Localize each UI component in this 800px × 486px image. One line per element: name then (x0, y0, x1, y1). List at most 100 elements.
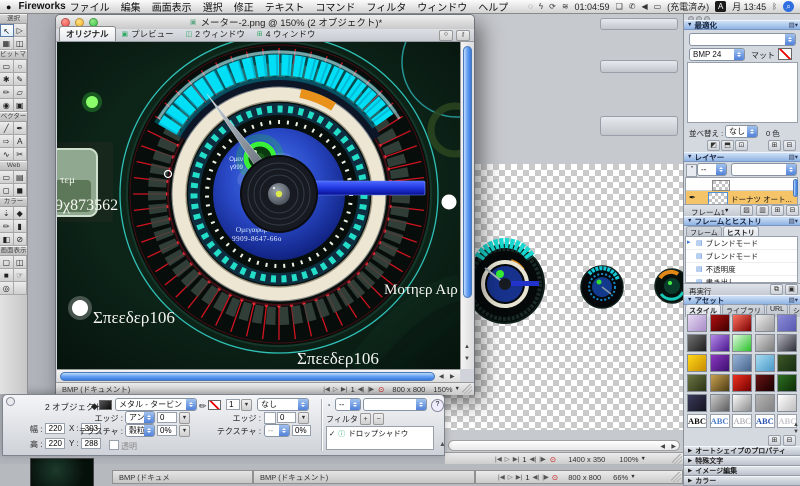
eraser-tool[interactable]: ▱ (13, 86, 27, 99)
style-swatch[interactable] (687, 394, 707, 412)
fill-color-swatch[interactable] (99, 400, 112, 410)
panel-menu-icon[interactable]: ▤▾ (789, 21, 798, 29)
blur-tool[interactable]: ◉ (0, 99, 14, 112)
stroke-tip-slider-button[interactable]: ▼ (241, 399, 252, 411)
panel-menu-icon[interactable]: ▤▾ (789, 217, 798, 225)
full-screen-button[interactable]: ■ (0, 269, 14, 282)
playback-control[interactable]: ▷ (508, 473, 513, 481)
playback-control[interactable]: |◀ (323, 385, 330, 393)
frame-number[interactable]: 1 (525, 473, 529, 482)
fill-style-select[interactable]: メタル - タービン (115, 398, 197, 411)
document-window[interactable]: ▣ メーター-2.png @ 150% (2 オブジェクト)* オリジナル ▣ プレ… (55, 14, 475, 395)
style-swatch[interactable] (687, 314, 707, 332)
text-style-swatch[interactable]: ABC (709, 414, 730, 428)
text-style-swatch[interactable]: ABC (687, 414, 707, 428)
menu-item-選択[interactable]: 選択 (203, 0, 223, 14)
scroll-left-arrow-icon[interactable]: ◀ (439, 373, 444, 380)
collapsed-panel-bar[interactable] (600, 18, 678, 30)
width-field[interactable] (45, 423, 65, 434)
shape-tool[interactable]: ⇨ (0, 135, 14, 148)
paint-bucket-tool[interactable]: ◆ (13, 207, 27, 220)
stroke-color-well[interactable]: ✏ (0, 220, 14, 233)
gauge-thumbnails[interactable] (445, 164, 683, 430)
style-swatch[interactable] (754, 354, 775, 372)
battery-icon[interactable]: ▭ (654, 2, 662, 11)
playback-control[interactable]: ▷ (333, 385, 338, 393)
panel-menu-icon[interactable]: ▤▾ (789, 153, 798, 161)
ichat-icon[interactable]: ❑ (616, 2, 623, 11)
eyedropper-tool[interactable]: ⇣ (0, 207, 14, 220)
slice-tool[interactable]: ▤ (13, 171, 27, 184)
frame-number[interactable]: 1 (351, 385, 355, 394)
background-document-thumbnail[interactable] (30, 458, 94, 486)
playback-control[interactable]: |◀ (498, 473, 505, 481)
playback-control[interactable]: |▶ (539, 455, 546, 463)
menu-item-画面表示[interactable]: 画面表示 (152, 0, 192, 14)
y-field[interactable] (81, 438, 101, 449)
subselection-tool[interactable]: ▷ (13, 24, 27, 37)
color-table-list[interactable] (687, 62, 798, 123)
export-format-select[interactable]: BMP 24 (689, 48, 745, 61)
collapsed-panel-bar[interactable] (600, 116, 678, 136)
universal-access-icon[interactable]: ◌ (528, 2, 533, 11)
style-swatch[interactable] (732, 314, 753, 332)
gauge-thumbnail-large[interactable] (465, 237, 545, 324)
bg-window-status-tab[interactable]: BMP (ドキュメ (112, 470, 253, 484)
panel-expand-arrow-icon[interactable]: ▲ (439, 441, 446, 448)
frame-number[interactable]: 1 (522, 455, 526, 464)
remove-filter-button[interactable]: − (373, 413, 384, 425)
matte-color-swatch[interactable] (778, 48, 792, 60)
playback-control[interactable]: ◀| (533, 473, 540, 481)
style-swatch[interactable] (732, 394, 753, 412)
fill-texture-amount-field[interactable] (157, 425, 177, 436)
layer-row[interactable] (686, 178, 797, 191)
layer-blend-mode-select[interactable] (731, 163, 797, 176)
resize-grip[interactable] (671, 472, 681, 482)
gauge-thumbnail-small[interactable] (654, 268, 683, 304)
blend-mode-select[interactable] (363, 398, 427, 411)
vertical-scrollbar[interactable]: ▲ ▼ (460, 42, 474, 369)
scroll-right-arrow-icon[interactable]: ▶ (671, 443, 676, 450)
volume-icon[interactable]: ◀ (641, 2, 647, 11)
panel-menu-icon[interactable]: ▤▾ (789, 296, 798, 304)
menu-item-テキスト[interactable]: テキスト (265, 0, 305, 14)
bg-window-hscrollbar[interactable]: ◀ ▶ (448, 440, 680, 451)
layers-panel-header[interactable]: ▼ レイヤー ▤▾ (684, 152, 800, 162)
layer-thumbnail[interactable] (712, 180, 730, 191)
menu-item-ウィンドウ[interactable]: ウィンドウ (417, 0, 467, 14)
new-layer-button[interactable]: ⊞ (771, 205, 784, 216)
brush-tool[interactable]: ✎ (13, 73, 27, 86)
new-style-button[interactable]: ⊞ (768, 435, 781, 446)
bluetooth-icon[interactable]: ᛒ (772, 2, 777, 11)
playback-control[interactable]: |▶ (542, 473, 549, 481)
collapsed-panel-イメージ編集[interactable]: ▶ イメージ編集 (684, 466, 800, 476)
transparent-checkbox[interactable] (109, 440, 119, 450)
hide-hotspots-button[interactable]: ◻ (0, 184, 14, 197)
text-tool[interactable]: A (13, 135, 27, 148)
panel-expand-triangle-icon[interactable]: ▼ (687, 297, 692, 303)
style-swatch[interactable] (732, 354, 753, 372)
lock-color-icon[interactable]: ⊡ (735, 140, 748, 151)
layer-row-selected[interactable]: ✒ ドーナツ オート... (686, 191, 797, 205)
zoom-tool[interactable]: ◎ (0, 282, 14, 295)
undo-marker-icon[interactable]: ▸ (687, 238, 691, 246)
show-hotspots-button[interactable]: ◼ (13, 184, 27, 197)
quick-export-button[interactable]: ⟐ (439, 30, 453, 41)
rectangle-hotspot-tool[interactable]: ▭ (0, 171, 14, 184)
fill-edge-slider-button[interactable]: ▼ (179, 412, 190, 424)
playback-control[interactable]: ▶| (516, 473, 523, 481)
stroke-edge-amount-field[interactable] (277, 412, 296, 423)
playback-control[interactable]: ◀| (358, 385, 365, 393)
playback-control[interactable]: ◀| (530, 455, 537, 463)
zoom-dropdown-arrow-icon[interactable]: ▼ (455, 386, 460, 392)
collapsed-panel-特殊文字[interactable]: ▶ 特殊文字 (684, 456, 800, 466)
check-icon[interactable]: ✓ (329, 429, 335, 438)
tab-プレビュー[interactable]: ▣ プレビュー (116, 27, 180, 41)
full-screen-menus-button[interactable]: ◫ (13, 256, 27, 269)
layer-opacity-select[interactable]: -- (697, 163, 727, 176)
menu-item-ファイル[interactable]: ファイル (70, 0, 110, 14)
frame-playback-controls[interactable]: |◀ ▷ ▶| 1 ◀| |▶ (323, 385, 374, 394)
style-swatch[interactable] (754, 334, 775, 352)
style-swatch[interactable] (709, 334, 730, 352)
record-icon[interactable]: ⊙ (552, 473, 558, 482)
